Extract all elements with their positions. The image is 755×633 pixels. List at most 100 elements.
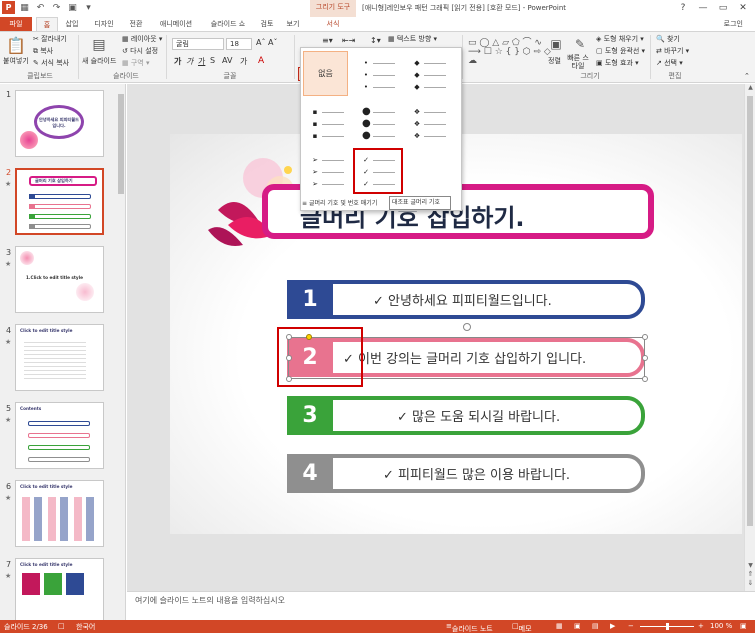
arrange-icon[interactable]: ▣ [548, 35, 564, 53]
find-button[interactable]: 🔍 찾기 [656, 34, 680, 44]
resize-handle[interactable] [642, 376, 648, 382]
slideshow-view-icon[interactable]: ▶ [610, 622, 615, 630]
redo-icon[interactable]: ↷ [50, 1, 63, 14]
font-name-combo[interactable]: 굴림 [172, 38, 224, 50]
tab-animations[interactable]: 애니메이션 [154, 17, 198, 32]
item-text[interactable]: ✓ 안녕하세요 피피티월드입니다. [373, 290, 552, 309]
notes-placeholder[interactable]: 여기에 슬라이드 노트의 내용을 입력하십시오 [135, 595, 285, 606]
fit-slide-icon[interactable]: ▣ [740, 622, 747, 630]
tab-view[interactable]: 보기 [282, 17, 304, 32]
thumbnail-scrollbar[interactable] [117, 84, 125, 620]
bullet-option-arrow[interactable]: ➢ ➢ ➢ [307, 148, 354, 192]
zoom-slider-thumb[interactable] [666, 623, 669, 630]
zoom-in-icon[interactable]: + [698, 622, 704, 630]
customize-qat-icon[interactable]: ▾ [82, 1, 95, 14]
prev-slide-icon[interactable]: ⇑ [745, 570, 755, 578]
strike-icon[interactable]: S [210, 56, 215, 65]
paste-label[interactable]: 붙여넣기 [3, 56, 29, 66]
bullet-option-large-dot[interactable]: ● ● ● [358, 100, 405, 144]
save-icon[interactable]: ▦ [18, 1, 31, 14]
arrange-label[interactable]: 정렬 [548, 56, 561, 66]
rotate-handle[interactable] [463, 323, 471, 331]
case-icon[interactable]: 가 [240, 56, 247, 67]
reset-button[interactable]: ↺ 다시 설정 [122, 46, 158, 56]
scroll-handle[interactable] [747, 96, 753, 526]
slide-thumbnail[interactable]: Click to edit title style [15, 480, 104, 547]
grow-font-icon[interactable]: Aˆ Aˇ [256, 38, 278, 47]
layout-button[interactable]: ▦ 레이아웃 ▾ [122, 34, 162, 44]
thumbnail-scroll-handle[interactable] [118, 94, 124, 194]
minimize-button[interactable]: — [693, 1, 713, 15]
list-item[interactable]: 4 ✓ 피피티월드 많은 이용 바랍니다. [287, 454, 645, 493]
select-button[interactable]: ↗ 선택 ▾ [656, 58, 683, 68]
slide-thumbnail[interactable]: Click to edit title style [15, 558, 104, 620]
bullet-option-none[interactable]: 없음 [303, 51, 348, 96]
next-slide-icon[interactable]: ⇓ [745, 579, 755, 587]
quick-styles-icon[interactable]: ✎ [572, 35, 588, 53]
bullet-option-star-diamond[interactable]: ❖ ❖ ❖ [409, 100, 456, 144]
quick-styles-label[interactable]: 빠른 스타일 [565, 54, 591, 70]
language[interactable]: 한국어 [76, 622, 95, 632]
normal-view-icon[interactable]: ▦ [556, 622, 563, 630]
spellcheck-icon[interactable]: □ [58, 622, 65, 630]
sorter-view-icon[interactable]: ▣ [574, 622, 581, 630]
slide-thumbnail-selected[interactable]: 글머리 기호 삽입하기 [15, 168, 104, 235]
reading-view-icon[interactable]: ▤ [592, 622, 599, 630]
collapse-ribbon-icon[interactable]: ⌃ [744, 72, 750, 80]
font-color-icon[interactable]: A [258, 56, 264, 66]
list-item[interactable]: 1 ✓ 안녕하세요 피피티월드입니다. [287, 280, 645, 319]
tab-insert[interactable]: 삽입 [60, 17, 84, 32]
resize-handle[interactable] [642, 334, 648, 340]
tab-review[interactable]: 검토 [256, 17, 278, 32]
shape-outline-button[interactable]: ▢ 도형 윤곽선 ▾ [596, 46, 645, 56]
tab-home[interactable]: 홈 [36, 17, 58, 32]
tab-format[interactable]: 서식 [320, 17, 346, 32]
slide-thumbnail[interactable]: 1.Click to edit title style [15, 246, 104, 313]
slide-thumbnail[interactable]: Contents [15, 402, 104, 469]
indent-icon[interactable]: ⇤⇥ [342, 36, 355, 45]
slide-thumbnail-pane[interactable]: 1 안녕하세요 피피티월드 입니다. 2 ★ 글머리 기호 삽입하기 3 ★ 1… [0, 84, 126, 620]
resize-handle[interactable] [642, 355, 648, 361]
undo-icon[interactable]: ↶ [34, 1, 47, 14]
replace-button[interactable]: ⇄ 바꾸기 ▾ [656, 46, 689, 56]
notes-pane[interactable]: 여기에 슬라이드 노트의 내용을 입력하십시오 [127, 591, 755, 620]
text-direction-button[interactable]: ▦ 텍스트 방향 ▾ [388, 34, 437, 44]
shape-fill-button[interactable]: ◈ 도형 채우기 ▾ [596, 34, 644, 44]
bullets-and-numbering-link[interactable]: ≡ 글머리 기호 및 번호 매기기 [302, 198, 377, 207]
scroll-up-icon[interactable]: ▲ [745, 84, 755, 91]
tab-file[interactable]: 파일 [0, 17, 32, 32]
shape-effects-button[interactable]: ▣ 도형 효과 ▾ [596, 58, 639, 68]
vertical-scrollbar[interactable]: ▲ ▼ ⇑ ⇓ [744, 84, 755, 591]
italic-icon[interactable]: 가 [186, 56, 193, 67]
tab-transitions[interactable]: 전환 [124, 17, 148, 32]
bullet-option-square[interactable]: ▪ ▪ ▪ [307, 100, 354, 144]
list-item[interactable]: 3 ✓ 많은 도움 되시길 바랍니다. [287, 396, 645, 435]
login-link[interactable]: 로그인 [724, 19, 743, 29]
slide-thumbnail[interactable]: 안녕하세요 피피티월드 입니다. [15, 90, 104, 157]
new-slide-icon[interactable]: ▤ [88, 35, 110, 55]
line-spacing-icon[interactable]: ↕▾ [370, 36, 381, 45]
notes-toggle-button[interactable]: ≡ 슬라이드 노트 [446, 622, 493, 633]
tab-slideshow[interactable]: 슬라이드 쇼 [204, 17, 252, 32]
item-text[interactable]: ✓ 피피티월드 많은 이용 바랍니다. [383, 464, 570, 483]
copy-button[interactable]: ⧉ 복사 [33, 46, 53, 56]
scroll-down-icon[interactable]: ▼ [745, 562, 755, 569]
paste-icon[interactable]: 📋 [6, 35, 26, 55]
bullet-option-small-dot[interactable]: • • • [358, 51, 405, 95]
maximize-button[interactable]: ▭ [713, 1, 733, 15]
font-size-combo[interactable]: 18 [226, 38, 252, 50]
shapes-gallery[interactable]: ▭ ◯ △ ▱ ⬠ ⌒ ∿ ⟶ ☐ ☆ { } ⬡ ⇨ ◇ ☁ [468, 34, 554, 70]
comments-button[interactable]: □ 메모 [512, 622, 532, 633]
zoom-level[interactable]: 100 % [710, 622, 732, 630]
underline-icon[interactable]: 가 [198, 56, 205, 67]
format-painter-button[interactable]: ✎ 서식 복사 [33, 58, 69, 68]
close-button[interactable]: ✕ [733, 1, 753, 15]
new-slide-label[interactable]: 새 슬라이드 [82, 56, 116, 66]
bullet-option-filled-diamond[interactable]: ◆ ◆ ◆ [409, 51, 456, 95]
numbering-icon[interactable]: ≡▾ [322, 36, 333, 45]
tab-design[interactable]: 디자인 [88, 17, 120, 32]
spacing-icon[interactable]: AV [222, 56, 232, 65]
zoom-out-icon[interactable]: − [628, 622, 634, 630]
help-button[interactable]: ? [673, 1, 693, 15]
item-text[interactable]: ✓ 많은 도움 되시길 바랍니다. [397, 406, 560, 425]
